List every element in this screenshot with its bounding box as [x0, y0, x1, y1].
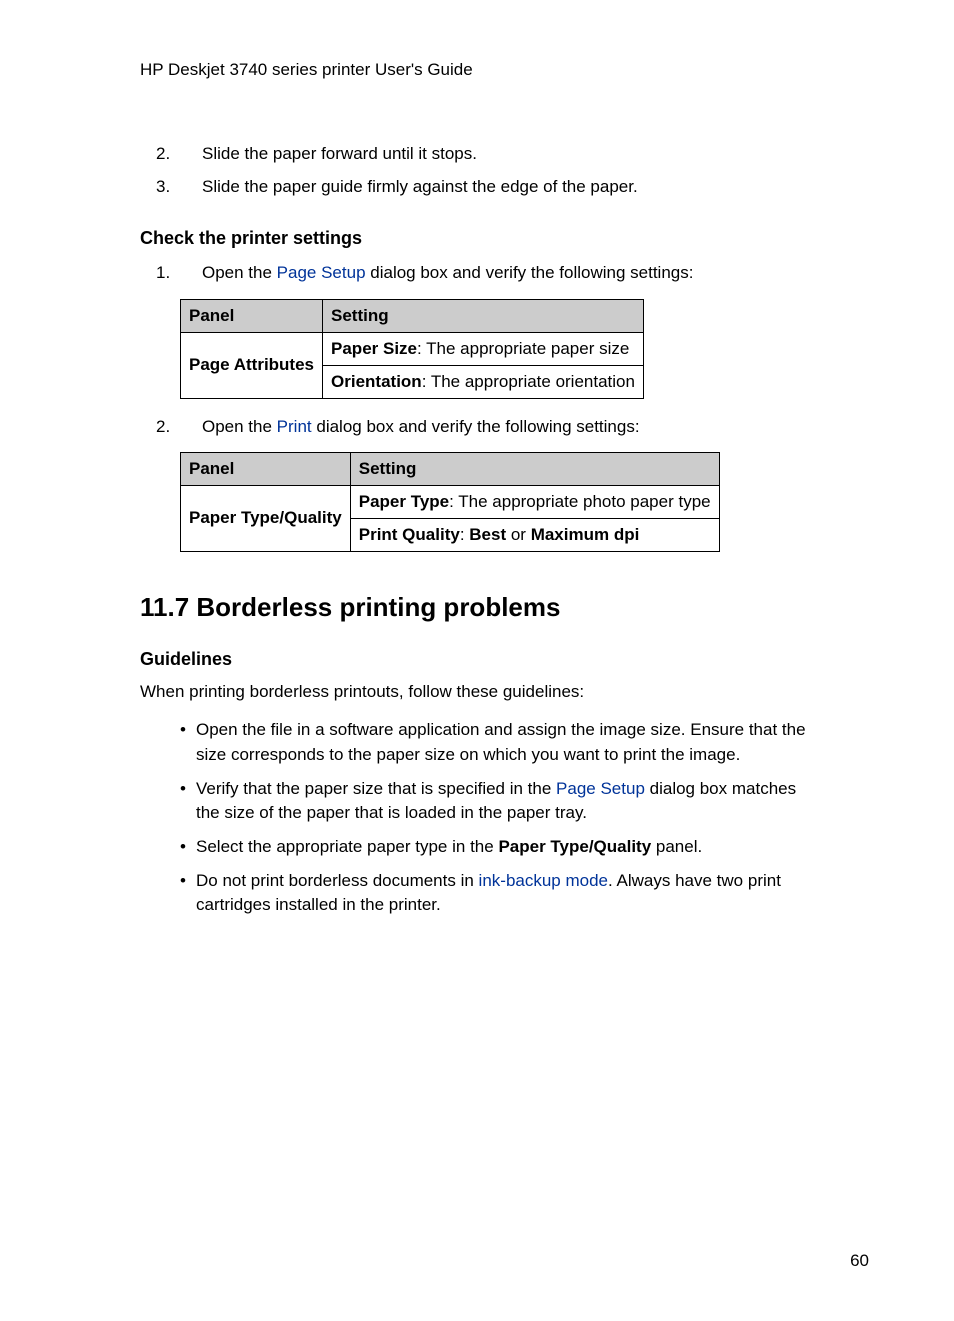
setting-text: : The appropriate photo paper type — [449, 492, 710, 511]
setting-bold: Orientation — [331, 372, 422, 391]
table-header-setting: Setting — [323, 299, 644, 332]
top-steps-list: 2.Slide the paper forward until it stops… — [140, 140, 824, 200]
guidelines-bullets: Open the file in a software application … — [140, 718, 824, 917]
bullet-text: Open the file in a software application … — [196, 720, 806, 764]
ink-backup-mode-link[interactable]: ink-backup mode — [479, 871, 608, 890]
step-number: 2. — [180, 413, 202, 440]
section-heading-borderless: 11.7 Borderless printing problems — [140, 592, 824, 623]
step-text-pre: Open the — [202, 417, 277, 436]
table-header-panel: Panel — [181, 452, 351, 485]
table-row: Paper Type/Quality Paper Type: The appro… — [181, 485, 720, 518]
setting-cell: Paper Type: The appropriate photo paper … — [350, 485, 719, 518]
document-header-title: HP Deskjet 3740 series printer User's Gu… — [140, 60, 824, 80]
page-setup-link[interactable]: Page Setup — [277, 263, 366, 282]
page-setup-link-2[interactable]: Page Setup — [556, 779, 645, 798]
setting-mid2: or — [506, 525, 531, 544]
check-settings-list-2: 2.Open the Print dialog box and verify t… — [140, 413, 824, 440]
list-item: Do not print borderless documents in ink… — [180, 869, 824, 918]
table-row: Page Attributes Paper Size: The appropri… — [181, 332, 644, 365]
step-text: Slide the paper forward until it stops. — [202, 144, 477, 163]
table-header-row: Panel Setting — [181, 299, 644, 332]
setting-bold: Paper Size — [331, 339, 417, 358]
bullet-pre: Do not print borderless documents in — [196, 871, 479, 890]
setting-bold: Paper Type — [359, 492, 449, 511]
bullet-bold: Paper Type/Quality — [498, 837, 651, 856]
step-text-post: dialog box and verify the following sett… — [366, 263, 694, 282]
page-attributes-table: Panel Setting Page Attributes Paper Size… — [180, 299, 644, 399]
page-number: 60 — [850, 1251, 869, 1271]
step-text-post: dialog box and verify the following sett… — [312, 417, 640, 436]
guidelines-intro: When printing borderless printouts, foll… — [140, 680, 824, 705]
setting-text: : The appropriate paper size — [417, 339, 629, 358]
subheading-check-settings: Check the printer settings — [140, 228, 824, 249]
check-settings-list: 1.Open the Page Setup dialog box and ver… — [140, 259, 824, 286]
table-header-row: Panel Setting — [181, 452, 720, 485]
print-link[interactable]: Print — [277, 417, 312, 436]
step-number: 1. — [180, 259, 202, 286]
bullet-pre: Verify that the paper size that is speci… — [196, 779, 556, 798]
setting-text: : The appropriate orientation — [422, 372, 635, 391]
setting-cell: Orientation: The appropriate orientation — [323, 365, 644, 398]
list-item: 2.Open the Print dialog box and verify t… — [180, 413, 824, 440]
panel-cell: Paper Type/Quality — [181, 485, 351, 551]
subheading-guidelines: Guidelines — [140, 649, 824, 670]
list-item: 1.Open the Page Setup dialog box and ver… — [180, 259, 824, 286]
step-number: 2. — [180, 140, 202, 167]
step-text-pre: Open the — [202, 263, 277, 282]
bullet-pre: Select the appropriate paper type in the — [196, 837, 498, 856]
paper-type-quality-table: Panel Setting Paper Type/Quality Paper T… — [180, 452, 720, 552]
table-header-panel: Panel — [181, 299, 323, 332]
setting-bold3: Maximum dpi — [531, 525, 640, 544]
step-number: 3. — [180, 173, 202, 200]
list-item: Open the file in a software application … — [180, 718, 824, 767]
list-item: Verify that the paper size that is speci… — [180, 777, 824, 826]
setting-cell: Print Quality: Best or Maximum dpi — [350, 518, 719, 551]
list-item: 3.Slide the paper guide firmly against t… — [180, 173, 824, 200]
setting-cell: Paper Size: The appropriate paper size — [323, 332, 644, 365]
panel-cell: Page Attributes — [181, 332, 323, 398]
list-item: Select the appropriate paper type in the… — [180, 835, 824, 860]
bullet-post: panel. — [651, 837, 702, 856]
setting-mid: : — [460, 525, 469, 544]
table-header-setting: Setting — [350, 452, 719, 485]
setting-bold2: Best — [469, 525, 506, 544]
list-item: 2.Slide the paper forward until it stops… — [180, 140, 824, 167]
step-text: Slide the paper guide firmly against the… — [202, 177, 638, 196]
setting-bold: Print Quality — [359, 525, 460, 544]
page-content: HP Deskjet 3740 series printer User's Gu… — [0, 0, 954, 1321]
